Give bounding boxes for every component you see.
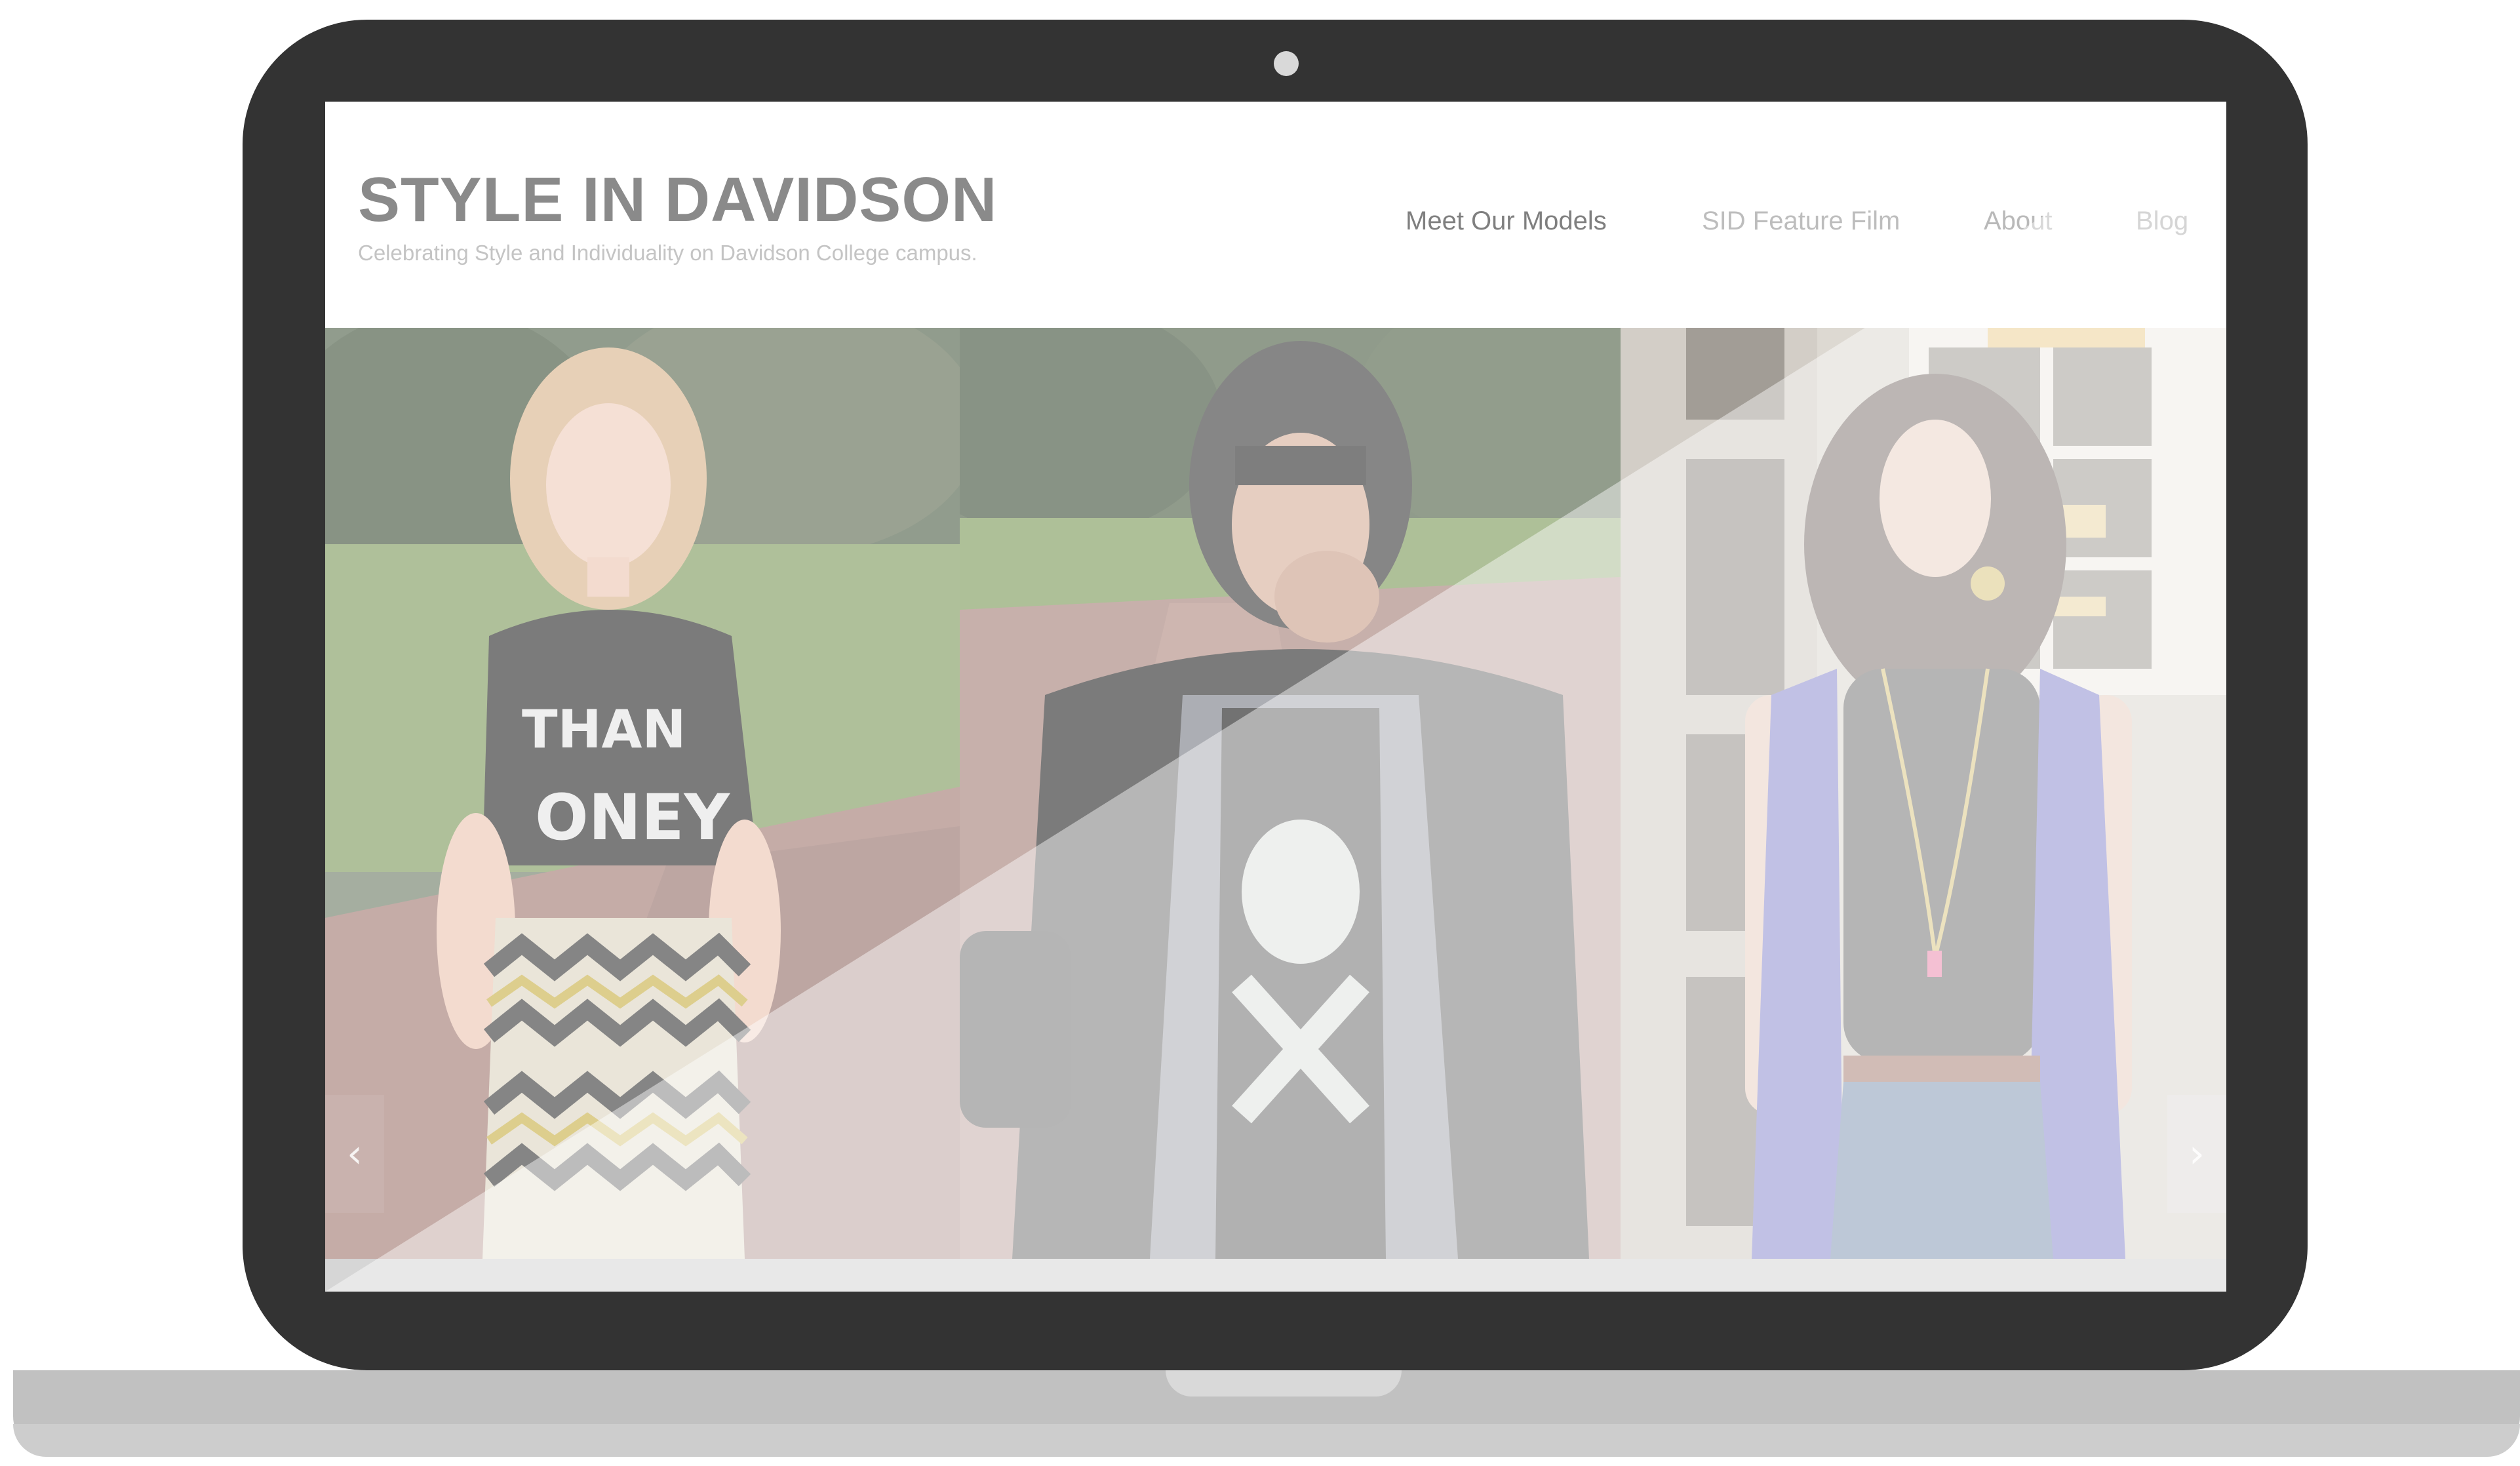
screen-footer-strip bbox=[325, 1259, 2226, 1292]
chevron-left-icon: ‹ bbox=[347, 1131, 363, 1177]
laptop-notch bbox=[1166, 1370, 1402, 1397]
nav-meet-our-models[interactable]: Meet Our Models bbox=[1406, 207, 1607, 236]
photo-gallery: THAN ONEY ‹ › bbox=[325, 328, 2226, 1259]
gallery-photo-1[interactable]: THAN ONEY bbox=[325, 328, 960, 1259]
chevron-right-icon: › bbox=[2189, 1131, 2205, 1177]
laptop-screen: STYLE IN DAVIDSON Celebrating Style and … bbox=[325, 102, 2226, 1292]
nav-blog[interactable]: Blog bbox=[2136, 207, 2188, 236]
webcam-icon bbox=[1274, 51, 1299, 76]
main-nav: Meet Our Models SID Feature Film About B… bbox=[325, 207, 2226, 246]
nav-sid-feature-film[interactable]: SID Feature Film bbox=[1702, 207, 1900, 236]
laptop-base-lower bbox=[13, 1424, 2520, 1457]
slider-prev-button[interactable]: ‹ bbox=[325, 1095, 384, 1213]
nav-about[interactable]: About bbox=[1984, 207, 2053, 236]
gallery-photo-3[interactable] bbox=[1621, 328, 2226, 1259]
svg-text:THAN: THAN bbox=[522, 699, 686, 760]
gallery-photo-2[interactable] bbox=[960, 328, 1621, 1259]
laptop-mockup: STYLE IN DAVIDSON Celebrating Style and … bbox=[0, 0, 2520, 1466]
svg-text:ONEY: ONEY bbox=[535, 781, 731, 854]
slider-next-button[interactable]: › bbox=[2167, 1095, 2226, 1213]
site-header: STYLE IN DAVIDSON Celebrating Style and … bbox=[325, 102, 2226, 328]
